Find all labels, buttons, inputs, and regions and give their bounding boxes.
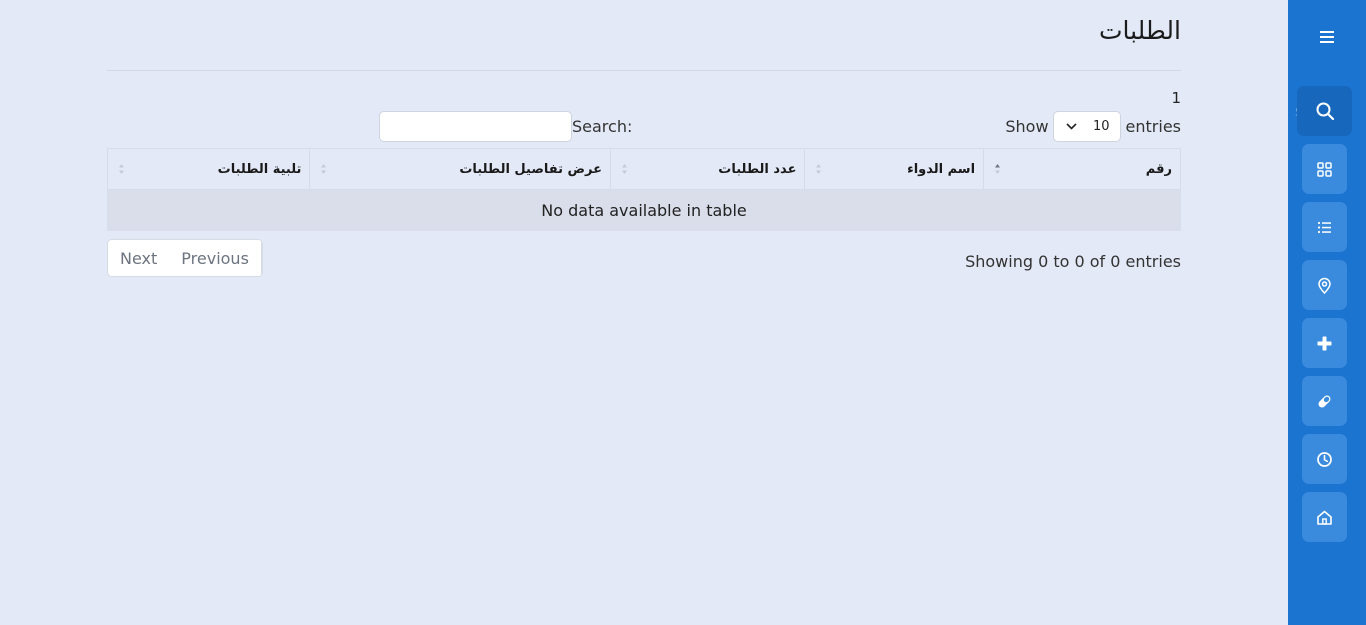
table-header-row: رقم اسم الدواء عدد الطلبات عرض تفاصيل ال… (106, 148, 1181, 190)
sidebar-item-history[interactable] (1302, 434, 1347, 484)
table-row: No data available in table (107, 189, 1181, 231)
empty-table-message: No data available in table (107, 189, 1181, 231)
sort-icon (321, 164, 327, 174)
location-pin-icon (1318, 277, 1331, 294)
sidebar: s (1288, 0, 1366, 625)
sidebar-item-dashboard[interactable] (1302, 144, 1347, 194)
chevron-down-icon (1065, 123, 1077, 130)
sort-icon (622, 164, 628, 174)
sidebar-item-location[interactable] (1302, 260, 1347, 310)
sidebar-item-search[interactable] (1297, 86, 1352, 136)
search-label: Search: (572, 117, 633, 136)
column-header-drug-name[interactable]: اسم الدواء (804, 148, 985, 190)
previous-button[interactable]: Previous (169, 240, 262, 276)
sidebar-item-add[interactable] (1302, 318, 1347, 368)
sidebar-item-medicine[interactable] (1302, 376, 1347, 426)
entries-length-value: 10 (1092, 119, 1110, 134)
entries-length-select[interactable]: 10 (1052, 111, 1121, 142)
menu-icon[interactable] (1316, 28, 1338, 46)
table-info: Showing 0 to 0 of 0 entries (965, 252, 1181, 271)
pagination: Next Previous (107, 239, 263, 277)
page-title: الطلبات (1098, 16, 1181, 45)
sort-icon (995, 164, 1001, 174)
home-icon (1317, 510, 1332, 525)
pill-icon (1318, 395, 1331, 407)
grid-icon (1317, 161, 1332, 177)
entries-length-control: Show 10 entries (1005, 111, 1181, 142)
show-label: Show (1005, 117, 1049, 136)
column-header-request-details[interactable]: عرض تفاصيل الطلبات (309, 148, 612, 190)
sort-icon (119, 164, 124, 174)
search-icon (1316, 102, 1334, 121)
sidebar-item-list[interactable] (1302, 202, 1347, 252)
title-divider (107, 70, 1181, 71)
list-icon (1317, 221, 1331, 233)
stray-number: 1 (1171, 89, 1181, 107)
sort-icon (816, 164, 822, 174)
next-button[interactable]: Next (108, 240, 170, 276)
column-header-id[interactable]: رقم (983, 148, 1181, 190)
sidebar-item-home[interactable] (1302, 492, 1347, 542)
main-content: الطلبات 1 Show 10 entries Search: رقم اس… (106, 0, 1181, 625)
table-search-control: Search: (379, 111, 632, 142)
column-header-request-count[interactable]: عدد الطلبات (610, 148, 806, 190)
column-header-fulfill-requests[interactable]: تلبية الطلبات (106, 148, 311, 190)
plus-icon (1317, 336, 1332, 350)
requests-table: رقم اسم الدواء عدد الطلبات عرض تفاصيل ال… (106, 148, 1181, 231)
entries-label: entries (1125, 117, 1181, 136)
search-input[interactable] (379, 111, 572, 142)
clock-icon (1317, 451, 1332, 467)
